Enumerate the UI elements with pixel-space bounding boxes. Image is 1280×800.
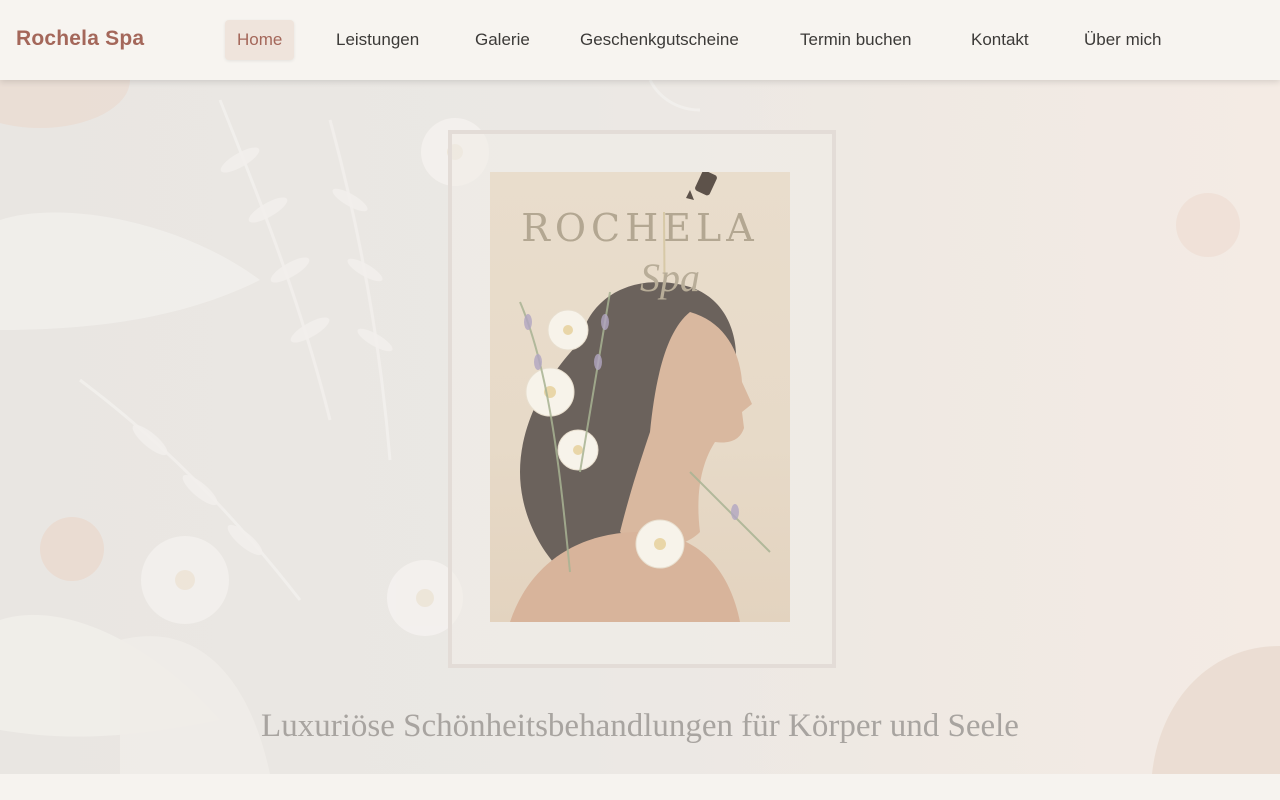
nav-leistungen[interactable]: Leistungen bbox=[336, 20, 419, 60]
nav-home[interactable]: Home bbox=[225, 20, 295, 60]
hero-section: ROCHELA Spa Luxuriöse Schönheitsbehandlu… bbox=[0, 80, 1280, 774]
spa-poster-image: ROCHELA Spa bbox=[490, 172, 790, 622]
nav-termin-buchen[interactable]: Termin buchen bbox=[800, 20, 912, 60]
page-bottom-strip bbox=[0, 774, 1280, 800]
brand-logo[interactable]: Rochela Spa bbox=[16, 27, 144, 51]
nav-ueber-mich[interactable]: Über mich bbox=[1084, 20, 1161, 60]
nav-geschenkgutscheine[interactable]: Geschenkgutscheine bbox=[580, 20, 739, 60]
poster-script: Spa bbox=[640, 255, 700, 300]
nav-galerie[interactable]: Galerie bbox=[475, 20, 530, 60]
hero-tagline: Luxuriöse Schönheitsbehandlungen für Kör… bbox=[261, 708, 1019, 744]
poster-title: ROCHELA bbox=[521, 206, 759, 250]
site-header: Rochela Spa Home Leistungen Galerie Gesc… bbox=[0, 0, 1280, 80]
nav-kontakt[interactable]: Kontakt bbox=[971, 20, 1029, 60]
